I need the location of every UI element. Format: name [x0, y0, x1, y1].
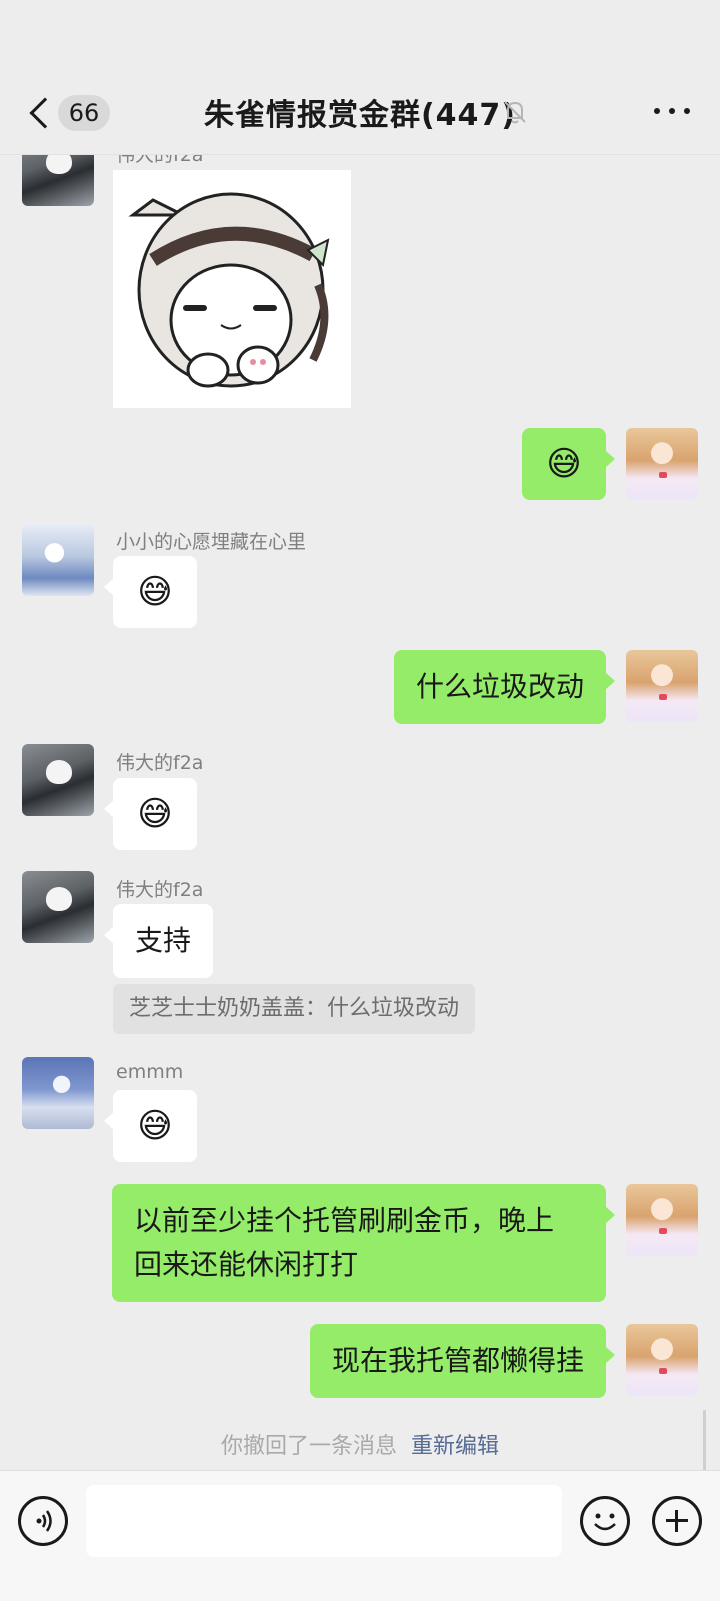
sender-name: 小小的心愿埋藏在心里 — [116, 531, 307, 553]
sender-name: emmm — [116, 1061, 184, 1083]
avatar[interactable] — [626, 1184, 698, 1256]
message-bubble[interactable]: 支持 — [103, 904, 214, 978]
avatar[interactable] — [22, 744, 94, 816]
message-list[interactable]: 伟大的f2a 😅 小小的心愿埋藏在心里 😅 什么垃圾改动 伟大的f2a 😅 伟大… — [0, 0, 720, 1470]
message-line: 以前至少挂个托管刷刷金币，晚上 — [134, 1204, 555, 1237]
message-bubble[interactable]: 😅 — [104, 778, 197, 850]
quoted-message[interactable]: 芝芝士士奶奶盖盖：什么垃圾改动 — [113, 984, 476, 1034]
sender-name: 伟大的f2a — [116, 879, 204, 901]
message-input[interactable] — [86, 1485, 562, 1557]
scrollbar[interactable] — [703, 1410, 706, 1470]
more-dots-icon[interactable] — [654, 106, 690, 118]
message-line: 回来还能休闲打打 — [134, 1248, 359, 1281]
avatar[interactable] — [626, 1324, 698, 1396]
avatar[interactable] — [22, 1057, 94, 1129]
chat-title[interactable]: 朱雀情报赏金群(447) — [0, 90, 720, 134]
message-bubble[interactable]: 😅 — [104, 556, 197, 628]
avatar[interactable] — [22, 871, 94, 943]
message-bubble[interactable]: 😅 — [522, 428, 615, 500]
recall-notice: 你撤回了一条消息 重新编辑 — [0, 1428, 720, 1460]
sticker-image[interactable] — [113, 170, 351, 408]
voice-icon[interactable] — [18, 1496, 68, 1546]
input-bar — [0, 1470, 720, 1601]
bell-off-icon — [504, 101, 526, 124]
message-bubble[interactable]: 现在我托管都懒得挂 — [309, 1324, 616, 1398]
avatar[interactable] — [626, 650, 698, 722]
message-bubble[interactable]: 😅 — [104, 1090, 197, 1162]
message-bubble[interactable]: 以前至少挂个托管刷刷金币，晚上 回来还能休闲打打 — [112, 1184, 615, 1302]
message-bubble[interactable]: 什么垃圾改动 — [393, 650, 616, 724]
avatar[interactable] — [626, 428, 698, 500]
plus-icon[interactable] — [652, 1496, 702, 1546]
emoji-icon[interactable] — [580, 1496, 630, 1546]
chat-header: 66 朱雀情报赏金群(447) — [0, 0, 720, 155]
recall-text: 你撤回了一条消息 — [220, 1434, 397, 1459]
sender-name: 伟大的f2a — [116, 752, 204, 774]
avatar[interactable] — [22, 524, 94, 596]
re-edit-link[interactable]: 重新编辑 — [411, 1434, 499, 1459]
